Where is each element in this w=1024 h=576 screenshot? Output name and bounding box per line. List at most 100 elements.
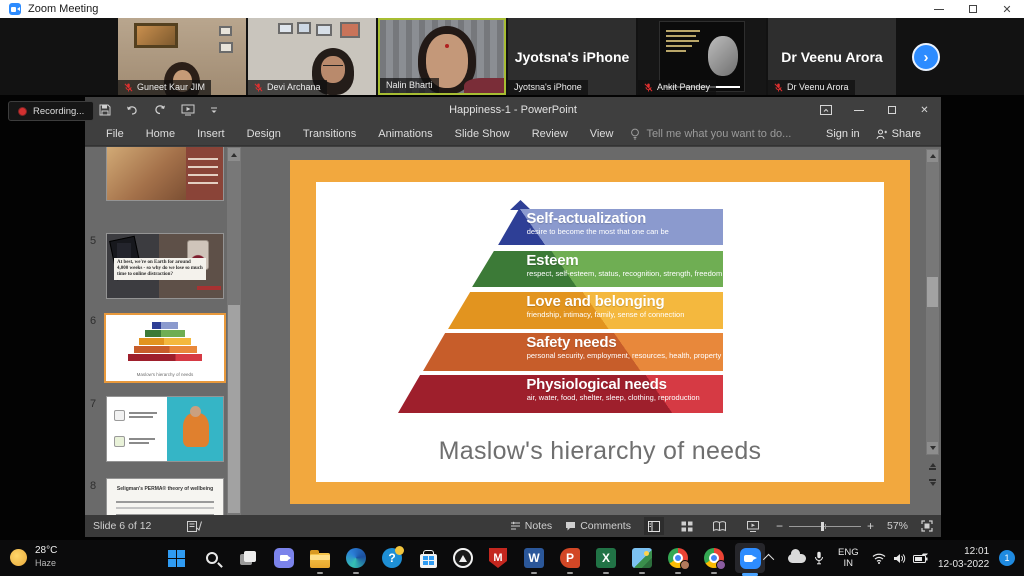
ppt-minimize-button[interactable] [842, 97, 875, 123]
zoom-in-button[interactable]: + [867, 519, 874, 533]
thumbnail-slide-7[interactable] [106, 396, 224, 462]
tab-insert[interactable]: Insert [186, 128, 236, 140]
chat-icon [274, 548, 294, 568]
microsoft-store-button[interactable] [416, 546, 440, 570]
tab-view[interactable]: View [579, 128, 625, 140]
recording-indicator: Recording... [8, 101, 94, 121]
word-button[interactable]: W [522, 546, 546, 570]
thumbnail-slide-8[interactable]: Seligman's PERMA® theory of wellbeing [106, 478, 224, 515]
tab-review[interactable]: Review [521, 128, 579, 140]
slide-sorter-view-button[interactable] [677, 517, 697, 535]
video-tile-devi[interactable]: Devi Archana [248, 18, 376, 95]
video-tile-ankit[interactable]: Ankit Pandey [638, 18, 766, 95]
notes-toggle[interactable]: Notes [510, 520, 552, 532]
mcafee-button[interactable]: M [486, 546, 510, 570]
chat-button[interactable] [272, 546, 296, 570]
tab-file[interactable]: File [95, 128, 135, 140]
wifi-tray-icon[interactable] [872, 540, 886, 576]
slide[interactable]: Self-actualization desire to become the … [290, 160, 910, 504]
video-tile-veenu[interactable]: Dr Veenu Arora Dr Veenu Arora [768, 18, 896, 95]
thumbnail-scrollbar[interactable] [227, 147, 241, 515]
zoom-minimize-button[interactable] [922, 0, 956, 18]
ppt-close-button[interactable]: ✕ [908, 97, 941, 123]
canvas-scrollbar-thumb[interactable] [927, 277, 938, 307]
volume-tray-icon[interactable] [893, 540, 906, 576]
photos-button[interactable] [630, 546, 654, 570]
zoom-out-button[interactable]: − [776, 519, 783, 533]
share-button[interactable]: Share [876, 128, 921, 140]
ribbon-display-options-button[interactable] [809, 97, 842, 123]
task-view-button[interactable] [236, 546, 260, 570]
zoom-camera-icon [9, 3, 21, 15]
file-explorer-button[interactable] [308, 546, 332, 570]
scroll-down-button[interactable] [927, 442, 938, 454]
tab-home[interactable]: Home [135, 128, 186, 140]
tab-transitions[interactable]: Transitions [292, 128, 367, 140]
powerpoint-button[interactable]: P [558, 546, 582, 570]
quick-access-toolbar [85, 104, 218, 116]
thumbnail-slide-5[interactable]: At best, we're on Earth for around 4,000… [106, 233, 224, 299]
chrome-profile1-button[interactable] [666, 546, 690, 570]
redo-icon[interactable] [154, 104, 166, 116]
notes-icon [510, 521, 521, 531]
chrome-profile2-button[interactable] [702, 546, 726, 570]
video-tile-guneet[interactable]: Guneet Kaur JIM [118, 18, 246, 95]
undo-icon[interactable] [126, 105, 139, 116]
excel-button[interactable]: X [594, 546, 618, 570]
normal-view-button[interactable] [644, 517, 664, 535]
zoom-close-button[interactable]: ✕ [990, 0, 1024, 18]
thumbnail-slide-6-selected[interactable]: Maslow's hierarchy of needs [104, 313, 226, 383]
mcafee-shield-icon: M [489, 548, 507, 568]
slide-show-view-button[interactable] [743, 517, 763, 535]
customize-qat-icon[interactable] [210, 106, 218, 114]
save-icon[interactable] [99, 104, 111, 116]
previous-slide-button[interactable] [926, 460, 939, 473]
battery-tray-icon[interactable] [913, 540, 929, 576]
zoom-app-button-active[interactable] [735, 543, 765, 573]
zoom-maximize-button[interactable] [956, 0, 990, 18]
windows-logo-icon [168, 550, 185, 567]
tab-design[interactable]: Design [236, 128, 292, 140]
canvas-scrollbar[interactable] [926, 149, 939, 455]
next-participants-button[interactable]: › [912, 43, 940, 71]
folder-icon [310, 553, 330, 568]
video-tile-jyotsna[interactable]: Jyotsna's iPhone Jyotsna's iPhone [508, 18, 636, 95]
weather-widget[interactable]: 28°C Haze [10, 544, 57, 570]
language-indicator[interactable]: ENG IN [838, 540, 859, 576]
start-from-beginning-icon[interactable] [181, 104, 195, 116]
next-slide-button[interactable] [926, 476, 939, 489]
scroll-up-button[interactable] [927, 150, 938, 162]
onedrive-tray-icon[interactable] [788, 540, 806, 576]
thumb-scrollbar-thumb[interactable] [228, 305, 240, 513]
microphone-tray-icon[interactable] [814, 540, 824, 576]
zoom-slider-thumb[interactable] [821, 522, 824, 531]
notification-badge[interactable]: 1 [999, 540, 1015, 576]
pyramid-level-physiological: Physiological needs air, water, food, sh… [398, 375, 723, 413]
spell-check-icon[interactable] [187, 520, 202, 532]
clock[interactable]: 12:01 12-03-2022 [938, 540, 989, 576]
ppt-restore-button[interactable] [875, 97, 908, 123]
thumb-scroll-up-button[interactable] [228, 148, 240, 161]
edge-button[interactable] [344, 546, 368, 570]
zoom-level[interactable]: 57% [887, 520, 908, 532]
tray-show-hidden-icons[interactable] [766, 540, 774, 576]
comments-toggle[interactable]: Comments [565, 520, 631, 532]
reading-view-button[interactable] [710, 517, 730, 535]
photos-icon [632, 548, 652, 568]
search-button[interactable] [200, 546, 224, 570]
tell-me-box[interactable]: Tell me what you want to do... [630, 128, 791, 140]
start-button[interactable] [164, 546, 188, 570]
zoom-slider[interactable]: − + [776, 519, 874, 533]
video-strip: Guneet Kaur JIM Devi Archana Nalin Bhart… [0, 18, 1024, 95]
mic-muted-icon [644, 83, 653, 92]
app-circle-button[interactable] [451, 546, 475, 570]
fit-slide-to-window-button[interactable] [921, 520, 933, 532]
pyramid-level-love-belonging: Love and belonging friendship, intimacy,… [398, 292, 723, 329]
video-tile-nalin-active-speaker[interactable]: Nalin Bharti [378, 18, 506, 95]
tab-slide-show[interactable]: Slide Show [444, 128, 521, 140]
tab-animations[interactable]: Animations [367, 128, 443, 140]
sign-in-link[interactable]: Sign in [826, 128, 860, 140]
battery-pen-icon [913, 553, 929, 564]
quick-assist-button[interactable]: ? [380, 546, 404, 570]
thumbnail-slide-4[interactable] [106, 147, 224, 201]
